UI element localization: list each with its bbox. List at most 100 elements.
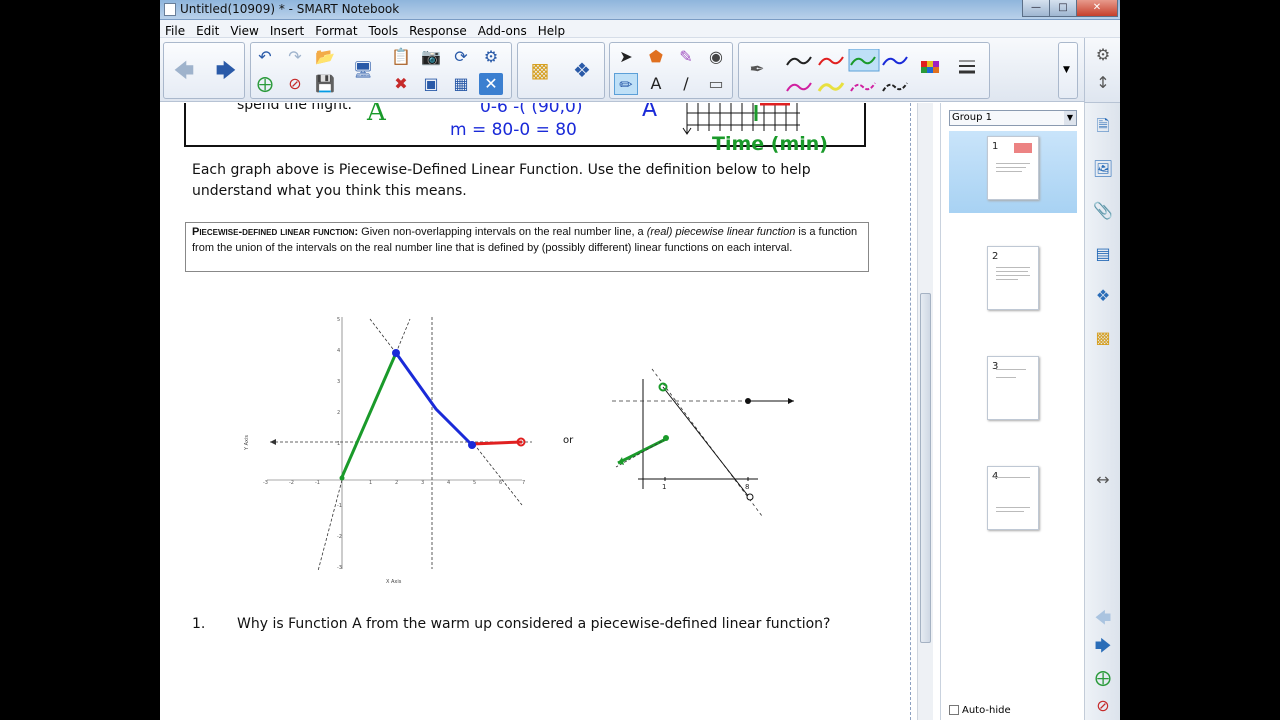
menu-response[interactable]: Response <box>404 22 473 38</box>
save-icon[interactable]: 💾 <box>313 73 337 95</box>
page-thumbnail-4[interactable]: 4 <box>949 461 1077 543</box>
undo-icon[interactable]: ↶ <box>253 46 277 68</box>
page-thumb: 2 <box>987 246 1039 310</box>
screen-shade-icon[interactable]: ▣ <box>419 73 443 95</box>
menu-view[interactable]: View <box>225 22 264 38</box>
fill-icon[interactable]: ◉ <box>704 46 728 68</box>
shapes-icon[interactable]: ⬟ <box>644 46 668 68</box>
delete-page-side-icon[interactable]: ⊘ <box>1092 695 1114 717</box>
g1-xtick: 5 <box>473 480 477 486</box>
vertical-scrollbar[interactable] <box>917 103 933 720</box>
definition-italic: (real) piecewise linear function <box>646 226 796 238</box>
maximize-button[interactable]: □ <box>1049 0 1077 17</box>
page-thumbnail-3[interactable]: 3 <box>949 351 1077 433</box>
g1-xtick: -1 <box>315 480 320 486</box>
g1-x-axis-label: X Axis <box>386 579 402 585</box>
ink-equation-2: m = 80-0 = 80 <box>450 120 577 140</box>
g1-ytick: 2 <box>337 410 341 416</box>
g1-xtick: -3 <box>263 480 268 486</box>
previous-page-icon[interactable]: 🡄 <box>172 59 196 81</box>
menu-format[interactable]: Format <box>310 22 363 38</box>
toolbar: 🡄 🡆 ↶ ↷ 📂 ⨁ ⊘ 💾 🖥 📋 📷 ⟳ ⚙ ✖ ▣ ▦ ✕ ▩ ❖ ➤ … <box>160 38 1120 102</box>
rotate-icon[interactable]: ⟳ <box>449 46 473 68</box>
table-icon[interactable]: ▦ <box>449 73 473 95</box>
screen-capture-icon[interactable]: 📷 <box>419 46 443 68</box>
g1-ytick: 1 <box>337 441 341 447</box>
screen-display-icon[interactable]: 🖥 <box>351 59 375 81</box>
document-camera-icon[interactable]: ⚙ <box>479 46 503 68</box>
scrollbar-thumb[interactable] <box>920 293 931 643</box>
g1-ytick: -3 <box>337 565 342 571</box>
select-pointer-icon[interactable]: ➤ <box>614 46 638 68</box>
close-button[interactable]: ✕ <box>1076 0 1118 17</box>
delete-page-icon[interactable]: ⊘ <box>283 73 307 95</box>
open-file-icon[interactable]: 📂 <box>313 46 337 68</box>
add-page-side-icon[interactable]: ⨁ <box>1092 667 1114 689</box>
toolbar-move-icon[interactable]: ↕ <box>1092 72 1114 94</box>
response-tab-icon[interactable]: ▩ <box>1092 327 1114 349</box>
addon-puzzle-icon[interactable]: ❖ <box>570 59 594 81</box>
response-icon[interactable]: ▩ <box>528 59 552 81</box>
nav-group: 🡄 🡆 <box>163 42 245 99</box>
group-dropdown[interactable]: Group 1 ▼ <box>949 110 1077 126</box>
autohide-option[interactable]: Auto-hide <box>949 705 1011 716</box>
page-thumb: 1 <box>987 136 1039 200</box>
toolbar-dropdown-icon[interactable]: ▼ <box>1063 65 1070 75</box>
g1-xtick: 2 <box>395 480 399 486</box>
g1-ytick: 4 <box>337 348 341 354</box>
graph-1 <box>267 317 532 572</box>
text-icon[interactable]: A <box>644 73 668 95</box>
graph-2 <box>612 368 794 517</box>
menu-edit[interactable]: Edit <box>191 22 225 38</box>
magic-pen-icon[interactable]: ✎ <box>674 46 698 68</box>
gear-icon[interactable]: ⚙ <box>1092 44 1114 66</box>
page-number: 3 <box>992 361 999 372</box>
next-page-side-icon[interactable]: 🡆 <box>1092 635 1114 657</box>
menu-addons[interactable]: Add-ons <box>473 22 533 38</box>
menu-tools[interactable]: Tools <box>364 22 405 38</box>
g1-xtick: 3 <box>421 480 425 486</box>
minimize-button[interactable]: — <box>1022 0 1050 17</box>
pens-icon[interactable]: ✏ <box>614 73 638 95</box>
page-thumbnail-1[interactable]: 1 <box>949 131 1077 213</box>
g2-xtick-8: 8 <box>745 483 750 491</box>
previous-page-side-icon[interactable]: 🡄 <box>1092 607 1114 629</box>
redo-icon[interactable]: ↷ <box>283 46 307 68</box>
add-page-icon[interactable]: ⨁ <box>253 73 277 95</box>
ink-equation-1: 0-6 -( (90,0) <box>480 103 583 117</box>
menu-file[interactable]: File <box>160 22 191 38</box>
page-sorter-icon[interactable]: 🗎 <box>1092 115 1114 137</box>
close-x-icon[interactable]: ✕ <box>479 73 503 95</box>
addons-group: ▩ ❖ <box>517 42 605 99</box>
chevron-down-icon[interactable]: ▼ <box>1064 111 1076 125</box>
definition-text-1: Given non-overlapping intervals on the r… <box>358 226 647 238</box>
page-thumbnail-2[interactable]: 2 <box>949 241 1077 323</box>
gallery-icon[interactable]: 🖼 <box>1092 158 1114 180</box>
next-page-icon[interactable]: 🡆 <box>214 59 238 81</box>
attachments-icon[interactable]: 📎 <box>1092 200 1114 222</box>
intro-line-2: understand what you think this means. <box>192 183 467 199</box>
app-icon <box>164 3 176 16</box>
toolbar-overflow: ▼ <box>1058 42 1078 99</box>
menu-bar: File Edit View Insert Format Tools Response Add… <box>160 20 1120 38</box>
g1-xtick: 4 <box>447 480 451 486</box>
paste-icon[interactable]: 📋 <box>389 46 413 68</box>
edit-group: ↶ ↷ 📂 ⨁ ⊘ 💾 🖥 📋 📷 ⟳ ⚙ ✖ ▣ ▦ ✕ <box>250 42 512 99</box>
menu-insert[interactable]: Insert <box>265 22 310 38</box>
addons-puzzle-icon[interactable]: ❖ <box>1092 285 1114 307</box>
pen-style-swatches[interactable] <box>783 49 983 97</box>
g1-ytick: 5 <box>337 317 341 323</box>
eraser-icon[interactable]: ▭ <box>704 73 728 95</box>
page-canvas[interactable]: spend the night. A 0-6 -( (90,0) m = 80-… <box>160 103 910 720</box>
autohide-checkbox[interactable] <box>949 705 959 715</box>
page-number: 1 <box>992 141 999 152</box>
delete-icon[interactable]: ✖ <box>389 73 413 95</box>
line-icon[interactable]: ∕ <box>674 73 698 95</box>
properties-icon[interactable]: ▤ <box>1092 243 1114 265</box>
page-sorter-panel: Group 1▼ 1 2 3 4 Auto-h <box>940 103 1084 720</box>
menu-help[interactable]: Help <box>533 22 571 38</box>
panel-swap-icon[interactable]: ↔ <box>1092 469 1114 491</box>
g1-xtick: 6 <box>499 480 503 486</box>
g1-xtick: -2 <box>289 480 294 486</box>
pen-tool-icon[interactable]: ✒ <box>745 59 769 81</box>
